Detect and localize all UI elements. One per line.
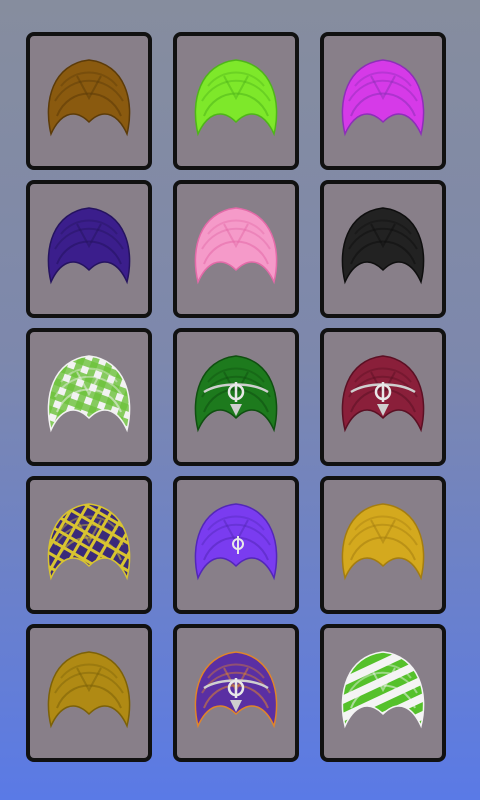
turban-option-14[interactable] (173, 624, 299, 762)
turban-option-1[interactable] (26, 32, 152, 170)
turban-lime-icon (194, 59, 278, 137)
turban-option-5[interactable] (173, 180, 299, 318)
turban-option-3[interactable] (320, 32, 446, 170)
turban-purple-orange-icon (194, 651, 278, 729)
turban-option-12[interactable] (320, 476, 446, 614)
turban-option-10[interactable] (26, 476, 152, 614)
turban-olive-icon (47, 651, 131, 729)
turban-pink-icon (194, 207, 278, 285)
turban-mustard-icon (341, 503, 425, 581)
turban-purple-icon (47, 207, 131, 285)
turban-option-13[interactable] (26, 624, 152, 762)
turban-option-8[interactable] (173, 328, 299, 466)
turban-plaid-icon (47, 503, 131, 581)
turban-violet-icon (194, 503, 278, 581)
turban-option-6[interactable] (320, 180, 446, 318)
turban-grid (26, 32, 446, 762)
turban-green-white-icon (341, 651, 425, 729)
turban-maroon-khanda-icon (341, 355, 425, 433)
turban-option-15[interactable] (320, 624, 446, 762)
turban-brown-icon (47, 59, 131, 137)
turban-black-icon (341, 207, 425, 285)
turban-option-2[interactable] (173, 32, 299, 170)
turban-option-11[interactable] (173, 476, 299, 614)
turban-option-9[interactable] (320, 328, 446, 466)
turban-option-4[interactable] (26, 180, 152, 318)
turban-green-khanda-icon (194, 355, 278, 433)
turban-option-7[interactable] (26, 328, 152, 466)
turban-green-check-icon (47, 355, 131, 433)
turban-magenta-icon (341, 59, 425, 137)
